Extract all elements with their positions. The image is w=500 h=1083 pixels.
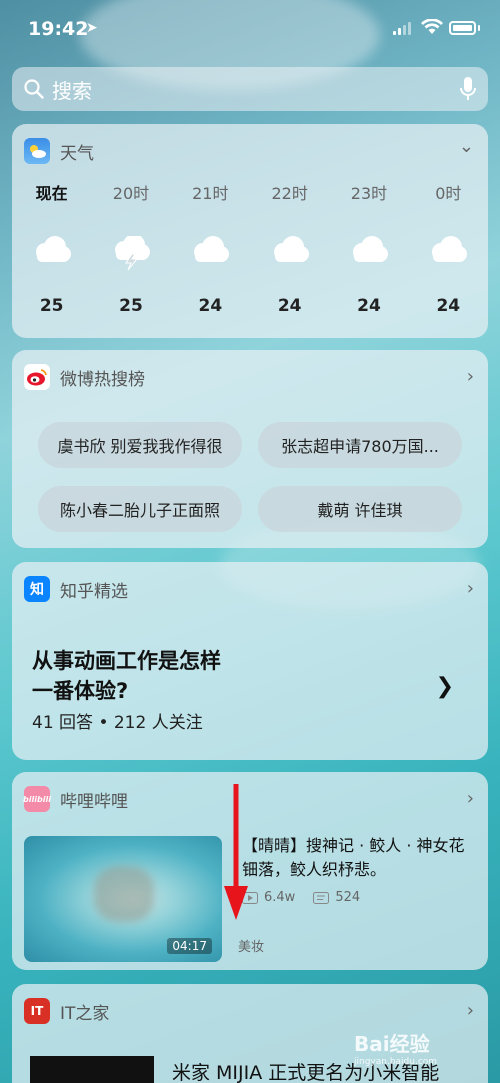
cloud-icon (35, 236, 71, 262)
zhihu-question[interactable]: 从事动画工作是怎样 一番体验? (32, 646, 221, 706)
video-title[interactable]: 【晴晴】搜神记 · 鲛人 · 神女花钿落，鲛人织杼悲。 (242, 834, 480, 882)
weather-temp: 25 (39, 296, 64, 316)
wifi-icon (421, 19, 443, 34)
zhihu-header: 知 知乎精选 (24, 576, 128, 602)
zhihu-question-line: 一番体验? (32, 679, 129, 703)
thumbnail-figure (94, 866, 154, 922)
watermark-text: Bai经验 (354, 1032, 430, 1056)
hot-search-item[interactable]: 戴萌 许佳琪 (258, 486, 462, 532)
search-placeholder: 搜索 (52, 78, 92, 103)
weibo-header: 微博热搜榜 (24, 364, 145, 390)
weather-title: 天气 (60, 143, 94, 164)
search-icon (24, 79, 44, 99)
cloud-icon (352, 236, 388, 262)
weather-hour-label: 0时 (435, 184, 462, 203)
zhihu-logo-icon: 知 (24, 576, 50, 602)
zhihu-title: 知乎精选 (60, 581, 128, 602)
hot-search-item[interactable]: 张志超申请780万国... (258, 422, 462, 468)
weibo-logo-icon (24, 364, 50, 390)
weather-widget[interactable]: 天气 ⌄ 现在 20时 21时 22时 23时 0时 25 25 24 24 2… (12, 124, 488, 338)
weather-temp: 24 (436, 296, 461, 316)
video-stats: 6.4w 524 (242, 890, 360, 905)
zhihu-question-meta: 41 回答 • 212 人关注 (32, 713, 203, 733)
chevron-right-icon[interactable]: › (467, 578, 474, 599)
bilibili-widget[interactable]: bilibili 哔哩哔哩 › 04:17 【晴晴】搜神记 · 鲛人 · 神女花… (12, 772, 488, 970)
ithome-header: IT IT之家 (24, 998, 109, 1024)
bilibili-title: 哔哩哔哩 (60, 791, 128, 812)
weather-icons-row (12, 234, 488, 274)
battery-tip (478, 25, 480, 31)
zhihu-question-line: 从事动画工作是怎样 (32, 649, 221, 673)
collapse-chevron-icon[interactable]: ⌄ (459, 136, 474, 157)
scroll-down-arrow-annotation (224, 784, 248, 920)
bilibili-logo-icon: bilibili (23, 786, 51, 812)
microphone-icon[interactable] (460, 77, 476, 101)
hot-search-item[interactable]: 陈小春二胎儿子正面照 (38, 486, 242, 532)
open-question-chevron-icon[interactable]: ❯ (436, 674, 454, 699)
chevron-right-icon[interactable]: › (467, 366, 474, 387)
weibo-widget[interactable]: 微博热搜榜 › 虞书欣 别爱我我作得很 张志超申请780万国... 陈小春二胎儿… (12, 350, 488, 548)
chevron-right-icon[interactable]: › (467, 1000, 474, 1021)
video-duration: 04:17 (167, 938, 212, 954)
baidu-jingyan-watermark: Bai经验 jingyan.baidu.com (354, 1028, 490, 1068)
weather-temp: 25 (119, 296, 143, 316)
thunder-icon (114, 234, 150, 271)
ithome-title: IT之家 (60, 1003, 110, 1024)
weather-temps-row: 25 25 24 24 24 24 (12, 296, 488, 316)
news-thumbnail[interactable] (30, 1056, 154, 1083)
bilibili-logo-text: bilibili (23, 794, 51, 804)
cloud-icon (273, 236, 309, 262)
weather-temp: 24 (198, 296, 223, 316)
weibo-title: 微博热搜榜 (60, 369, 145, 390)
chevron-right-icon[interactable]: › (467, 788, 474, 809)
weather-hour-label: 22时 (271, 184, 308, 203)
hot-search-item[interactable]: 虞书欣 别爱我我作得很 (38, 422, 242, 468)
weather-hour-label: 21时 (192, 184, 229, 203)
battery-icon (449, 21, 476, 35)
weather-temp: 24 (357, 296, 381, 316)
cloud-icon (194, 236, 230, 262)
weather-hour-label: 23时 (350, 184, 388, 203)
weather-temp: 24 (277, 296, 302, 316)
weather-hour-label: 20时 (112, 184, 150, 203)
cloud-icon (432, 236, 468, 262)
view-count: 6.4w (264, 890, 296, 905)
weather-hour-label: 现在 (35, 184, 68, 203)
video-thumbnail[interactable]: 04:17 (24, 836, 222, 962)
ithome-logo-icon: IT (24, 998, 50, 1024)
weather-hours-row: 现在 20时 21时 22时 23时 0时 (12, 180, 488, 204)
comment-count: 524 (335, 890, 361, 905)
weather-app-icon (24, 138, 50, 164)
status-bar: 19:42 ➤ (0, 0, 500, 58)
comment-count-icon (313, 891, 330, 904)
zhihu-widget[interactable]: 知 知乎精选 › 从事动画工作是怎样 一番体验? 41 回答 • 212 人关注… (12, 562, 488, 760)
video-category-tag: 美妆 (238, 940, 265, 955)
search-bar[interactable]: 搜索 (12, 67, 488, 111)
status-time: 19:42 (28, 18, 89, 40)
weather-header: 天气 (24, 138, 94, 164)
bilibili-header: bilibili 哔哩哔哩 (23, 786, 128, 812)
watermark-subtext: jingyan.baidu.com (354, 1057, 438, 1067)
cellular-signal-icon (393, 22, 411, 35)
location-arrow-icon: ➤ (86, 20, 98, 36)
